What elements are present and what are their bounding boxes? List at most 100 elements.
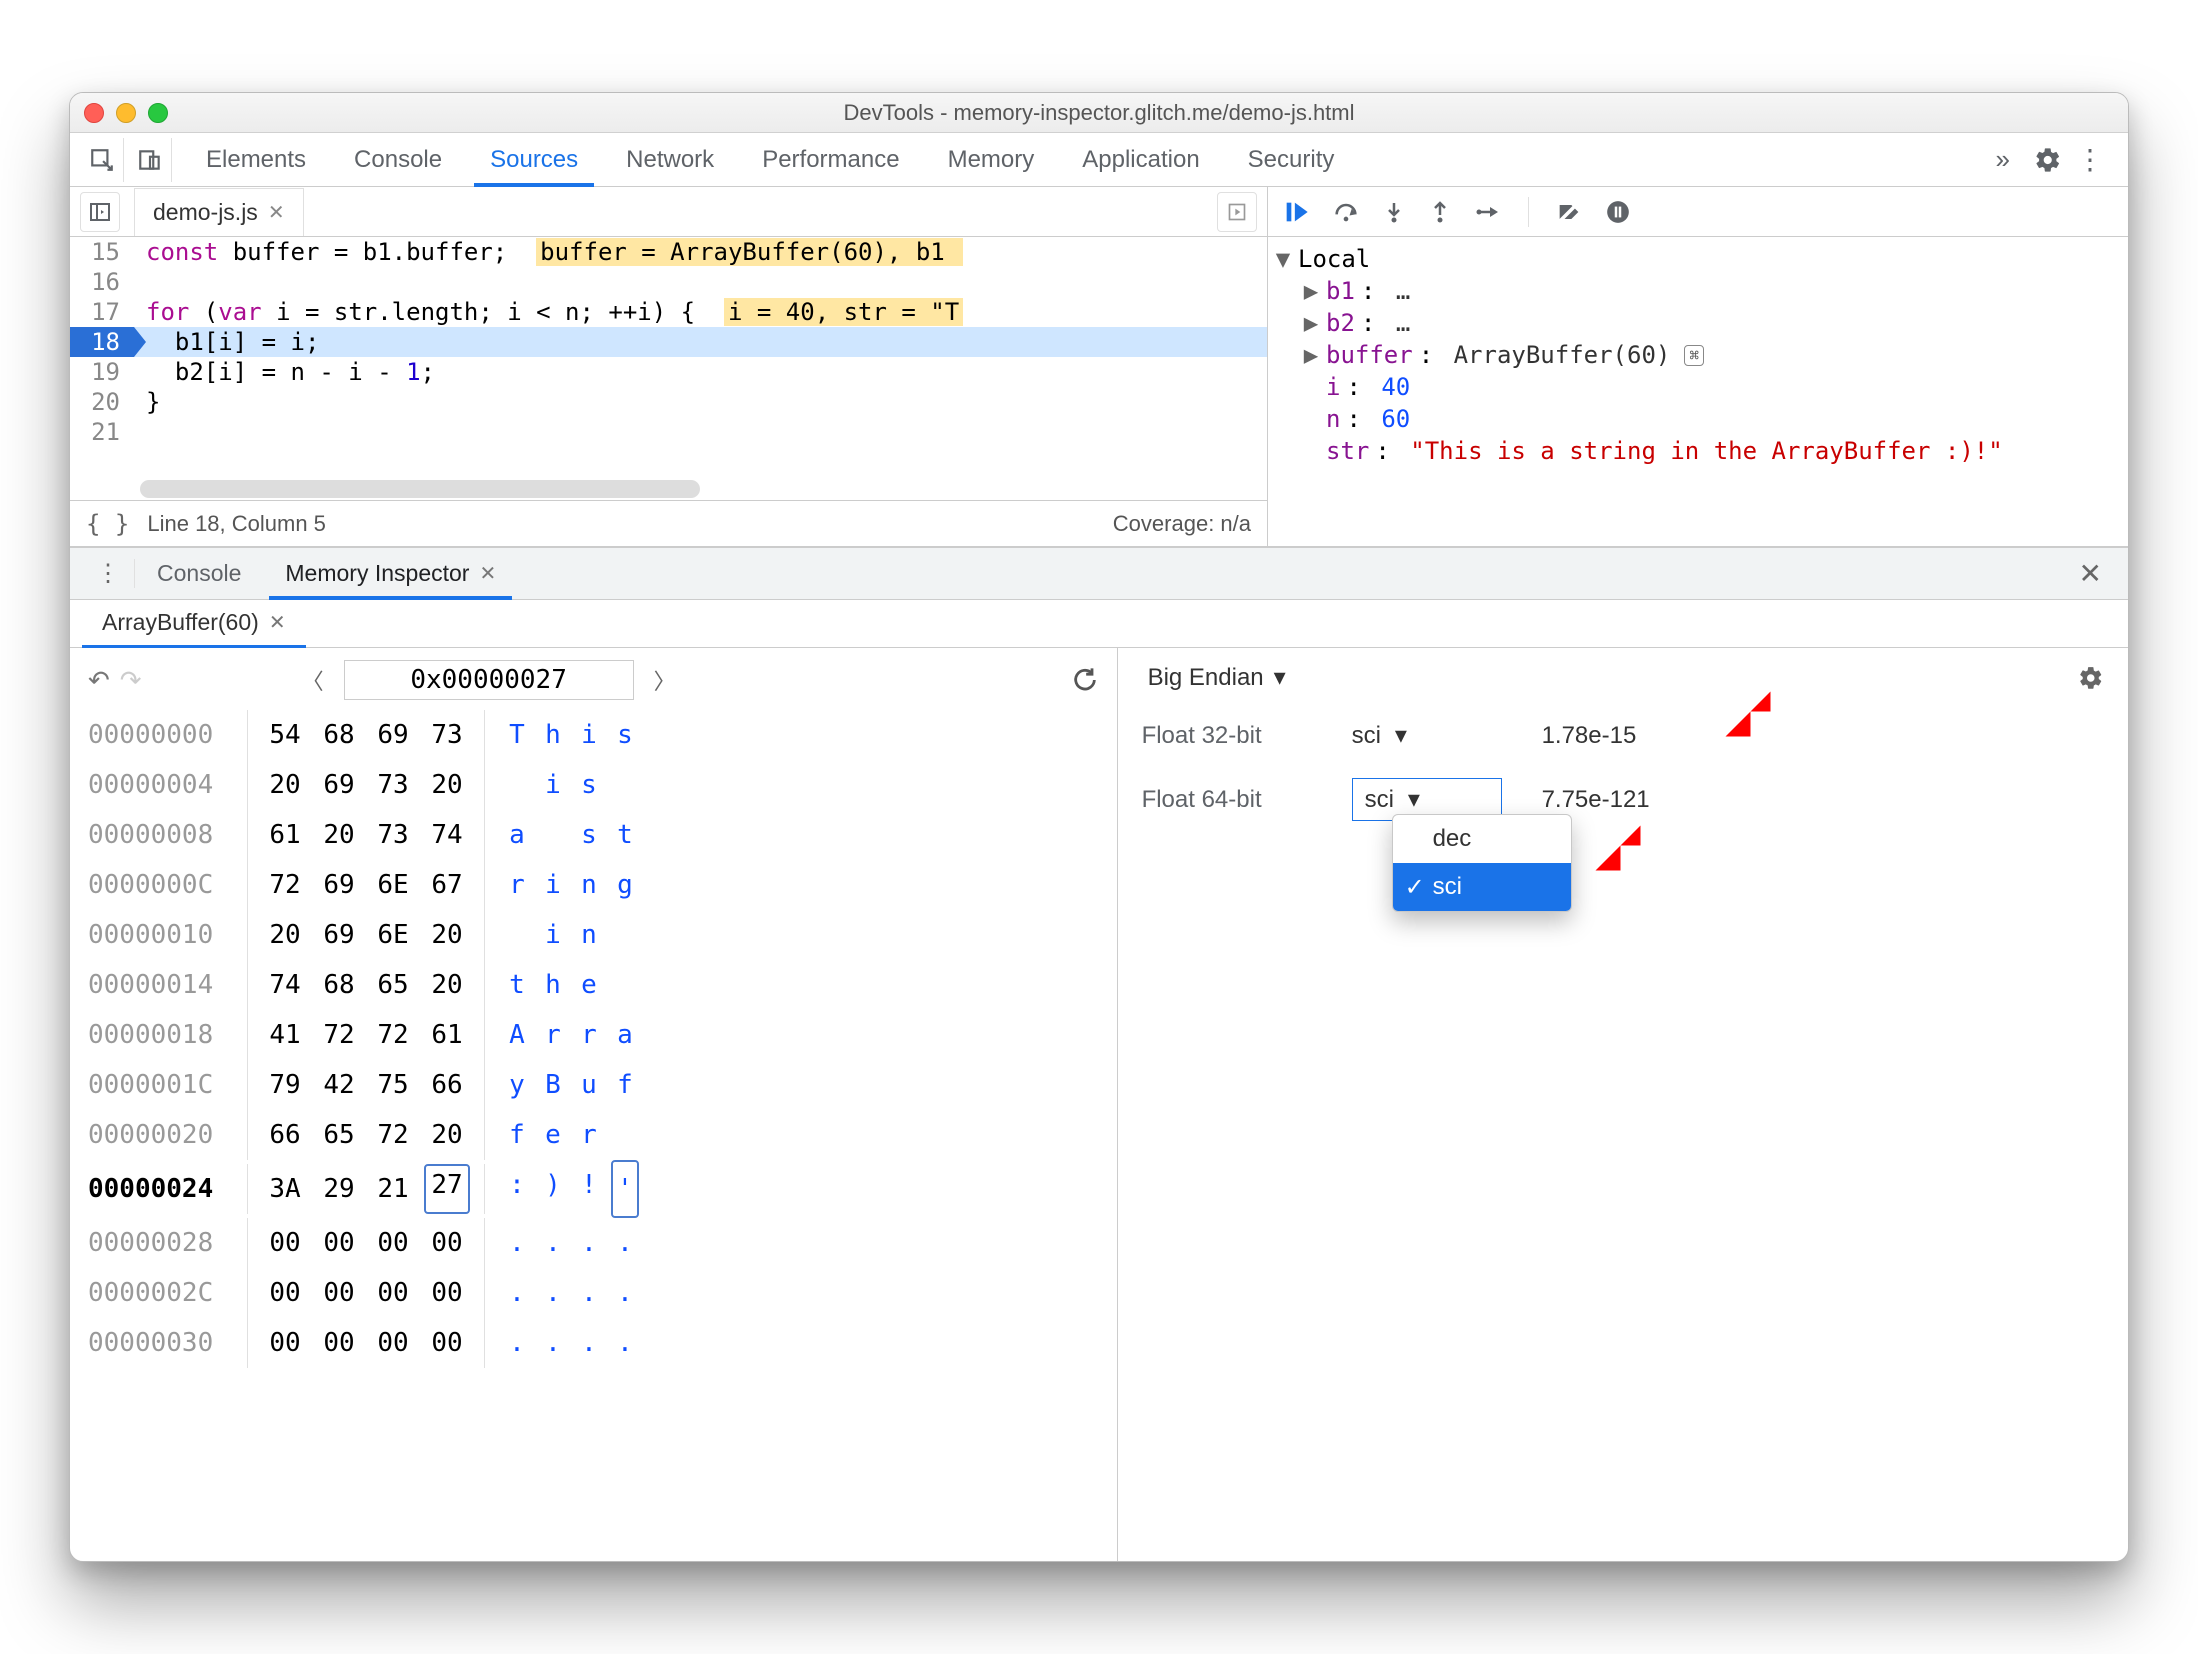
close-buffer-tab-icon[interactable]: ✕ bbox=[269, 610, 286, 635]
code-line[interactable]: 18 b1[i] = i; bbox=[70, 327, 1267, 357]
hex-ascii: fer bbox=[485, 1110, 639, 1160]
close-file-tab-icon[interactable]: ✕ bbox=[268, 200, 285, 225]
line-number[interactable]: 18 bbox=[70, 327, 134, 357]
close-drawer-icon[interactable]: ✕ bbox=[2065, 557, 2116, 590]
hex-bytes: 3A292127 bbox=[248, 1164, 485, 1214]
toggle-navigator-icon[interactable] bbox=[80, 192, 120, 232]
hex-row[interactable]: 0000002800000000.... bbox=[88, 1218, 1099, 1268]
drawer-menu-icon[interactable]: ⋮ bbox=[82, 559, 135, 588]
undo-icon[interactable]: ↶ bbox=[88, 665, 110, 696]
code-line[interactable]: 20} bbox=[70, 387, 1267, 417]
editor-status-bar: { } Line 18, Column 5 Coverage: n/a bbox=[70, 500, 1267, 546]
hex-ascii: ring bbox=[485, 860, 639, 910]
code-line[interactable]: 16 bbox=[70, 267, 1267, 297]
main-tab-security[interactable]: Security bbox=[1224, 133, 1359, 187]
hex-row[interactable]: 000000243A292127:)!' bbox=[88, 1160, 1099, 1218]
code-editor[interactable]: 15const buffer = b1.buffer; buffer = Arr… bbox=[70, 237, 1267, 500]
code-line[interactable]: 15const buffer = b1.buffer; buffer = Arr… bbox=[70, 237, 1267, 267]
hex-row[interactable]: 0000002066657220fer bbox=[88, 1110, 1099, 1160]
run-snippet-icon[interactable] bbox=[1217, 192, 1257, 232]
code-line[interactable]: 19 b2[i] = n - i - 1; bbox=[70, 357, 1267, 387]
settings-gear-icon[interactable] bbox=[2034, 146, 2062, 174]
line-content: b2[i] = n - i - 1; bbox=[134, 357, 1267, 387]
scope-variable-b1[interactable]: ▶b1: … bbox=[1274, 275, 2118, 307]
value-settings-gear-icon[interactable] bbox=[2078, 665, 2104, 691]
step-into-icon[interactable] bbox=[1382, 198, 1406, 226]
float64-mode-dropdown[interactable]: decsci bbox=[1392, 814, 1572, 912]
hex-row[interactable]: 0000000C72696E67ring bbox=[88, 860, 1099, 910]
refresh-icon[interactable] bbox=[1071, 666, 1099, 694]
scope-variable-i[interactable]: i: 40 bbox=[1274, 371, 2118, 403]
main-tab-memory[interactable]: Memory bbox=[924, 133, 1059, 187]
dropdown-option-dec[interactable]: dec bbox=[1393, 815, 1571, 863]
step-over-icon[interactable] bbox=[1332, 198, 1360, 226]
deactivate-breakpoints-icon[interactable] bbox=[1555, 198, 1583, 226]
line-number[interactable]: 19 bbox=[70, 357, 134, 387]
more-tabs-icon[interactable]: » bbox=[1976, 144, 2030, 175]
address-input[interactable] bbox=[344, 660, 634, 700]
main-tab-sources[interactable]: Sources bbox=[466, 133, 602, 187]
hex-row[interactable]: 0000001474686520the bbox=[88, 960, 1099, 1010]
code-line[interactable]: 17for (var i = str.length; i < n; ++i) {… bbox=[70, 297, 1267, 327]
hex-row[interactable]: 0000003000000000.... bbox=[88, 1318, 1099, 1368]
hex-row[interactable]: 0000000861207374a st bbox=[88, 810, 1099, 860]
main-tab-console[interactable]: Console bbox=[330, 133, 466, 187]
endianness-select[interactable]: Big Endian ▾ bbox=[1142, 662, 1292, 693]
line-number[interactable]: 16 bbox=[70, 267, 134, 297]
close-drawer-tab-icon[interactable]: ✕ bbox=[479, 561, 496, 586]
pretty-print-icon[interactable]: { } bbox=[86, 510, 129, 538]
value-mode-select[interactable]: sci ▾ bbox=[1352, 721, 1502, 750]
line-number[interactable]: 15 bbox=[70, 237, 134, 267]
scope-variable-b2[interactable]: ▶b2: … bbox=[1274, 307, 2118, 339]
line-number[interactable]: 21 bbox=[70, 417, 134, 447]
scope-panel[interactable]: ▼Local▶b1: …▶b2: …▶buffer: ArrayBuffer(6… bbox=[1268, 237, 2128, 546]
line-content: const buffer = b1.buffer; buffer = Array… bbox=[134, 237, 1267, 267]
interpreted-value: 7.75e-121 bbox=[1542, 786, 1650, 814]
step-icon[interactable] bbox=[1474, 200, 1502, 224]
scope-variable-n[interactable]: n: 60 bbox=[1274, 403, 2118, 435]
horizontal-scrollbar[interactable] bbox=[140, 480, 700, 498]
step-out-icon[interactable] bbox=[1428, 198, 1452, 226]
hex-row[interactable]: 0000000420697320 is bbox=[88, 760, 1099, 810]
inspect-element-icon[interactable] bbox=[80, 138, 124, 182]
hex-ascii: a st bbox=[485, 810, 639, 860]
device-toolbar-icon[interactable] bbox=[128, 138, 172, 182]
main-tab-elements[interactable]: Elements bbox=[182, 133, 330, 187]
hex-bytes: 20697320 bbox=[248, 760, 485, 810]
redo-icon[interactable]: ↷ bbox=[120, 665, 142, 696]
debugger-toolbar bbox=[1268, 187, 2128, 237]
scope-header[interactable]: ▼Local bbox=[1274, 243, 2118, 275]
dropdown-option-sci[interactable]: sci bbox=[1393, 863, 1571, 911]
hex-row[interactable]: 0000001C79427566yBuf bbox=[88, 1060, 1099, 1110]
line-number[interactable]: 20 bbox=[70, 387, 134, 417]
value-type-label: Float 32-bit bbox=[1142, 722, 1312, 750]
file-tab[interactable]: demo-js.js ✕ bbox=[134, 188, 304, 236]
hex-address: 00000004 bbox=[88, 760, 248, 810]
reveal-in-memory-icon[interactable]: ⌘ bbox=[1684, 345, 1704, 366]
main-tab-performance[interactable]: Performance bbox=[738, 133, 923, 187]
main-tab-network[interactable]: Network bbox=[602, 133, 738, 187]
scope-variable-buffer[interactable]: ▶buffer: ArrayBuffer(60)⌘ bbox=[1274, 339, 2118, 371]
hex-grid[interactable]: 0000000054686973This0000000420697320 is … bbox=[88, 710, 1099, 1368]
hex-row[interactable]: 0000000054686973This bbox=[88, 710, 1099, 760]
hex-ascii: the bbox=[485, 960, 639, 1010]
pause-exceptions-icon[interactable] bbox=[1605, 199, 1631, 225]
next-address-icon[interactable]: 〉 bbox=[644, 664, 686, 696]
memory-buffer-tab[interactable]: ArrayBuffer(60) ✕ bbox=[82, 600, 306, 648]
chevron-down-icon: ▾ bbox=[1274, 663, 1286, 692]
line-number[interactable]: 17 bbox=[70, 297, 134, 327]
hex-row[interactable]: 0000002C00000000.... bbox=[88, 1268, 1099, 1318]
hex-row[interactable]: 0000001020696E20 in bbox=[88, 910, 1099, 960]
resume-icon[interactable] bbox=[1282, 198, 1310, 226]
hex-bytes: 61207374 bbox=[248, 810, 485, 860]
scope-variable-str[interactable]: str: "This is a string in the ArrayBuffe… bbox=[1274, 435, 2118, 467]
drawer-tab-memory-inspector[interactable]: Memory Inspector✕ bbox=[263, 548, 518, 600]
file-tabbar: demo-js.js ✕ bbox=[70, 187, 1267, 237]
prev-address-icon[interactable]: 〈 bbox=[292, 664, 334, 696]
kebab-menu-icon[interactable]: ⋮ bbox=[2076, 143, 2104, 176]
drawer-tab-console[interactable]: Console bbox=[135, 548, 263, 600]
code-line[interactable]: 21 bbox=[70, 417, 1267, 447]
value-row-float-64-bit: Float 64-bitsci ▾7.75e-121 bbox=[1142, 778, 2104, 821]
main-tab-application[interactable]: Application bbox=[1058, 133, 1223, 187]
hex-row[interactable]: 0000001841727261Arra bbox=[88, 1010, 1099, 1060]
